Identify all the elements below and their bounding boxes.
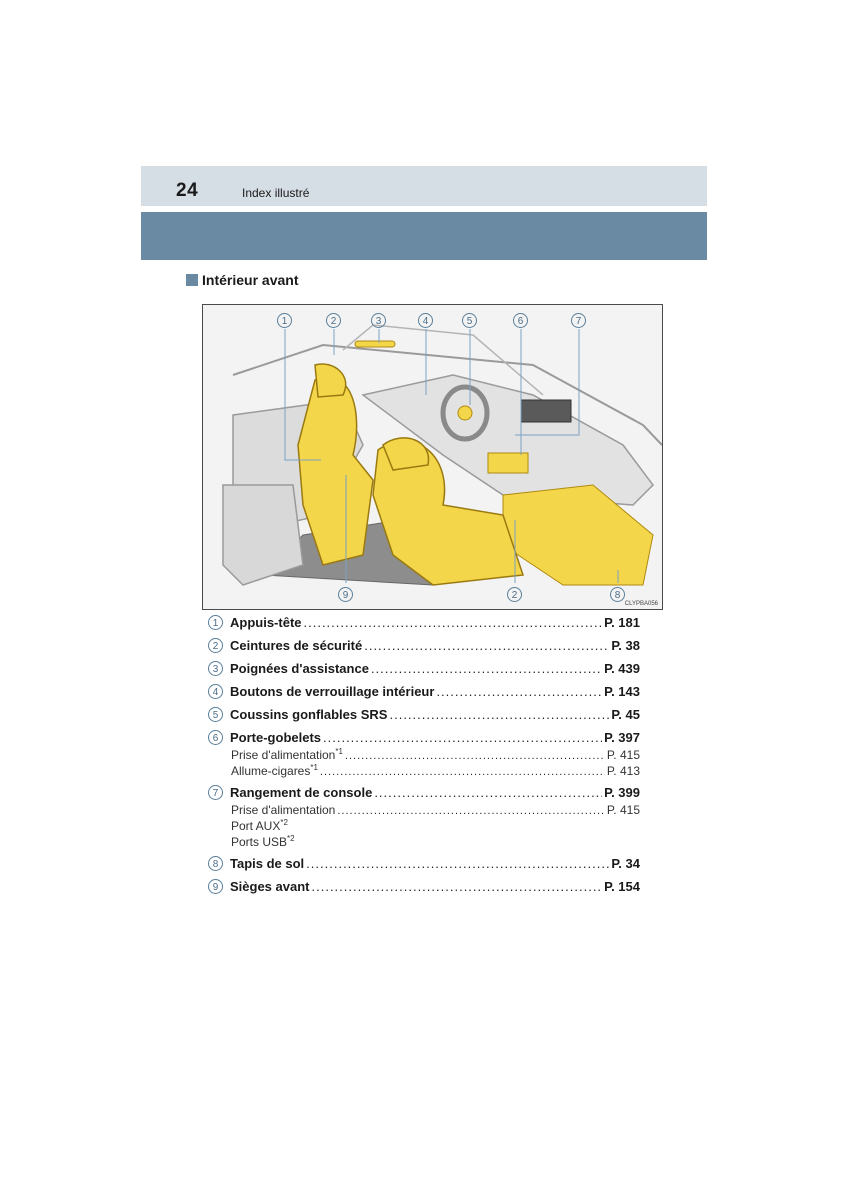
list-item: 4 Boutons de verrouillage intérieur P. 1…	[208, 682, 640, 701]
leader-dots	[371, 659, 602, 678]
page-number: 24	[176, 180, 199, 201]
image-code: CLYPBA056	[624, 601, 658, 607]
title-band	[141, 212, 707, 260]
sub-item-label: Allume-cigares*1	[231, 763, 318, 779]
item-page-ref[interactable]: P. 439	[604, 659, 640, 678]
item-number: 8	[208, 856, 223, 871]
list-item: 1 Appuis-tête P. 181	[208, 613, 640, 632]
header-band	[141, 166, 707, 206]
sub-heading-text: Intérieur avant	[202, 272, 299, 288]
item-label: Appuis-tête	[230, 615, 302, 630]
interior-illustration: 1 2 3 4 5 6 7 2 8 9 CLYPBA056	[202, 304, 663, 610]
item-page-ref[interactable]: P. 399	[604, 783, 640, 802]
item-number: 5	[208, 707, 223, 722]
callout-1: 1	[277, 313, 292, 328]
bullet-square-icon	[186, 274, 198, 286]
sub-item: Allume-cigares*1 P. 413	[208, 763, 640, 779]
leader-dots	[345, 748, 605, 764]
callout-7: 7	[571, 313, 586, 328]
item-number: 9	[208, 879, 223, 894]
item-page-ref[interactable]: P. 45	[611, 705, 640, 724]
item-number: 4	[208, 684, 223, 699]
item-label: Sièges avant	[230, 879, 310, 894]
item-label: Tapis de sol	[230, 856, 305, 871]
item-number: 7	[208, 785, 223, 800]
sub-item-page-ref[interactable]: P. 415	[607, 802, 640, 818]
list-item: 2 Ceintures de sécurité P. 38	[208, 636, 640, 655]
leader-dots	[323, 728, 602, 747]
leader-dots	[337, 803, 605, 819]
sub-item-page-ref[interactable]: P. 415	[607, 747, 640, 763]
sub-item-label: Prise d'alimentation*1	[231, 747, 343, 763]
item-page-ref[interactable]: P. 34	[611, 854, 640, 873]
item-label: Coussins gonflables SRS	[230, 707, 388, 722]
list-item: 7 Rangement de console P. 399 Prise d'al…	[208, 783, 640, 850]
callout-4: 4	[418, 313, 433, 328]
list-item: 9 Sièges avant P. 154	[208, 877, 640, 896]
sub-item: Ports USB*2	[208, 834, 640, 850]
item-number: 3	[208, 661, 223, 676]
callout-9: 9	[338, 587, 353, 602]
callout-8: 8	[610, 587, 625, 602]
leader-dots	[364, 636, 609, 655]
item-page-ref[interactable]: P. 397	[604, 728, 640, 747]
item-number: 2	[208, 638, 223, 653]
list-item: 8 Tapis de sol P. 34	[208, 854, 640, 873]
leader-dots	[304, 613, 603, 632]
item-page-ref[interactable]: P. 181	[604, 613, 640, 632]
leader-dots	[389, 705, 609, 724]
index-list: 1 Appuis-tête P. 181 2 Ceintures de sécu…	[208, 613, 640, 900]
sub-item: Prise d'alimentation*1 P. 415	[208, 747, 640, 763]
leader-dots	[436, 682, 602, 701]
section-title: Index illustré	[242, 186, 310, 200]
sub-item-label: Port AUX*2	[231, 818, 288, 834]
item-label: Ceintures de sécurité	[230, 638, 363, 653]
sub-item-label: Prise d'alimentation	[231, 803, 336, 817]
item-page-ref[interactable]: P. 38	[611, 636, 640, 655]
sub-heading: Intérieur avant	[186, 272, 298, 288]
sub-item: Port AUX*2	[208, 818, 640, 834]
car-interior-drawing	[203, 305, 662, 609]
item-label: Poignées d'assistance	[230, 661, 369, 676]
list-item: 6 Porte-gobelets P. 397 Prise d'alimenta…	[208, 728, 640, 779]
callout-3: 3	[371, 313, 386, 328]
item-page-ref[interactable]: P. 154	[604, 877, 640, 896]
item-number: 1	[208, 615, 223, 630]
sub-item: Prise d'alimentation P. 415	[208, 802, 640, 818]
callout-5: 5	[462, 313, 477, 328]
callout-2-lower: 2	[507, 587, 522, 602]
leader-dots	[374, 783, 602, 802]
item-label: Boutons de verrouillage intérieur	[230, 684, 435, 699]
callout-2: 2	[326, 313, 341, 328]
callout-6: 6	[513, 313, 528, 328]
list-item: 5 Coussins gonflables SRS P. 45	[208, 705, 640, 724]
item-label: Porte-gobelets	[230, 730, 322, 745]
item-number: 6	[208, 730, 223, 745]
leader-dots	[320, 764, 605, 780]
list-item: 3 Poignées d'assistance P. 439	[208, 659, 640, 678]
item-page-ref[interactable]: P. 143	[604, 682, 640, 701]
sub-item-page-ref[interactable]: P. 413	[607, 763, 640, 779]
item-label: Rangement de console	[230, 785, 373, 800]
leader-dots	[312, 877, 603, 896]
sub-item-label: Ports USB*2	[231, 834, 295, 850]
leader-dots	[306, 854, 609, 873]
